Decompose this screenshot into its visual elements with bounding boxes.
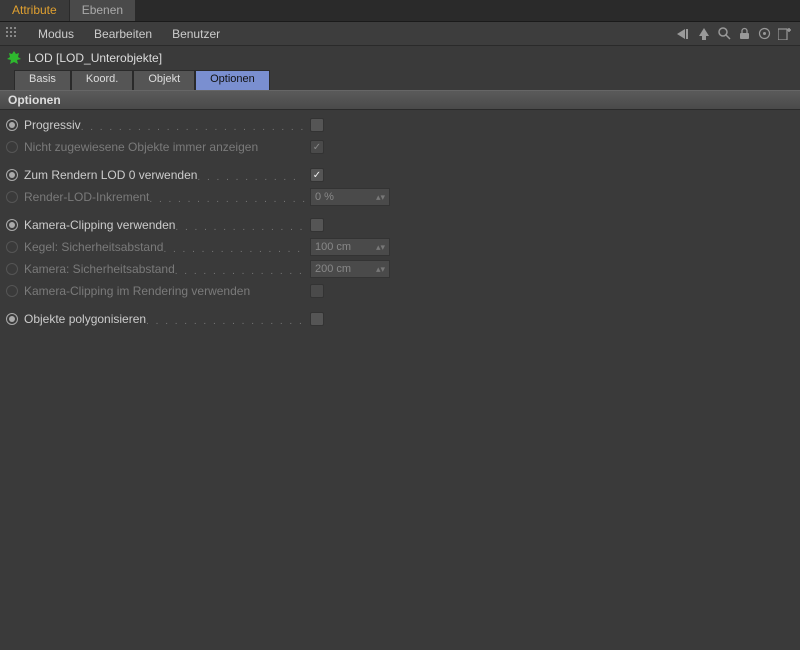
menu-bar: Modus Bearbeiten Benutzer [0,22,800,46]
options-rows: Progressiv . . . . . . . . . . . . . . .… [0,110,800,334]
label-polygonisieren: Objekte polygonisieren [24,312,146,326]
row-kamera-clipping: Kamera-Clipping verwenden . . . . . . . … [4,214,792,236]
anim-dot-icon[interactable] [6,285,18,297]
row-polygonisieren: Objekte polygonisieren . . . . . . . . .… [4,308,792,330]
label-progressiv: Progressiv [24,118,81,132]
checkbox-kamera-clipping[interactable] [310,218,324,232]
row-kamera-abstand: Kamera: Sicherheitsabstand . . . . . . .… [4,258,792,280]
tab-ebenen[interactable]: Ebenen [70,0,136,21]
value-render-lod-inkrement: 0 % [315,191,334,203]
value-kamera-abstand: 200 cm [315,263,351,275]
target-icon[interactable] [754,24,774,44]
menu-modus[interactable]: Modus [28,27,84,41]
checkbox-nicht-zugewiesene: ✓ [310,140,324,154]
label-nicht-zugewiesene: Nicht zugewiesene Objekte immer anzeigen [24,140,258,154]
row-render-lod-inkrement: Render-LOD-Inkrement . . . . . . . . . .… [4,186,792,208]
label-kegel: Kegel: Sicherheitsabstand [24,240,163,254]
tab-attribute[interactable]: Attribute [0,0,70,21]
anim-dot-icon[interactable] [6,313,18,325]
label-kamera-clipping-render: Kamera-Clipping im Rendering verwenden [24,284,250,298]
spinner-icon: ▴▾ [376,195,385,200]
object-name: LOD [LOD_Unterobjekte] [28,51,162,65]
checkbox-kamera-clipping-render [310,284,324,298]
row-zum-rendern: Zum Rendern LOD 0 verwenden . . . . . . … [4,164,792,186]
label-render-lod-inkrement: Render-LOD-Inkrement [24,190,149,204]
lod-object-icon [6,50,22,66]
checkbox-progressiv[interactable] [310,118,324,132]
nav-back-icon[interactable] [674,24,694,44]
label-kamera-abstand: Kamera: Sicherheitsabstand [24,262,175,276]
tab-optionen[interactable]: Optionen [195,70,270,90]
tab-objekt[interactable]: Objekt [133,70,195,90]
anim-dot-icon[interactable] [6,263,18,275]
row-kegel: Kegel: Sicherheitsabstand . . . . . . . … [4,236,792,258]
label-zum-rendern: Zum Rendern LOD 0 verwenden [24,168,197,182]
input-kamera-abstand: 200 cm ▴▾ [310,260,390,278]
panel-tabs: Attribute Ebenen [0,0,800,22]
search-icon[interactable] [714,24,734,44]
section-header-optionen: Optionen [0,90,800,110]
attribute-sub-tabs: Basis Koord. Objekt Optionen [0,70,800,90]
input-kegel: 100 cm ▴▾ [310,238,390,256]
anim-dot-icon[interactable] [6,241,18,253]
row-nicht-zugewiesene: Nicht zugewiesene Objekte immer anzeigen… [4,136,792,158]
tab-koord[interactable]: Koord. [71,70,133,90]
menu-benutzer[interactable]: Benutzer [162,27,230,41]
checkbox-polygonisieren[interactable] [310,312,324,326]
menu-bearbeiten[interactable]: Bearbeiten [84,27,162,41]
anim-dot-icon[interactable] [6,191,18,203]
object-header: LOD [LOD_Unterobjekte] [0,46,800,70]
nav-up-icon[interactable] [694,24,714,44]
spinner-icon: ▴▾ [376,245,385,250]
anim-dot-icon[interactable] [6,169,18,181]
tab-basis[interactable]: Basis [14,70,71,90]
spinner-icon: ▴▾ [376,267,385,272]
checkbox-zum-rendern[interactable]: ✓ [310,168,324,182]
input-render-lod-inkrement: 0 % ▴▾ [310,188,390,206]
row-progressiv: Progressiv . . . . . . . . . . . . . . .… [4,114,792,136]
label-kamera-clipping: Kamera-Clipping verwenden [24,218,175,232]
lock-icon[interactable] [734,24,754,44]
row-kamera-clipping-render: Kamera-Clipping im Rendering verwenden [4,280,792,302]
anim-dot-icon[interactable] [6,219,18,231]
anim-dot-icon[interactable] [6,141,18,153]
grip-icon [6,27,20,41]
value-kegel: 100 cm [315,241,351,253]
anim-dot-icon[interactable] [6,119,18,131]
new-instance-icon[interactable] [774,24,794,44]
